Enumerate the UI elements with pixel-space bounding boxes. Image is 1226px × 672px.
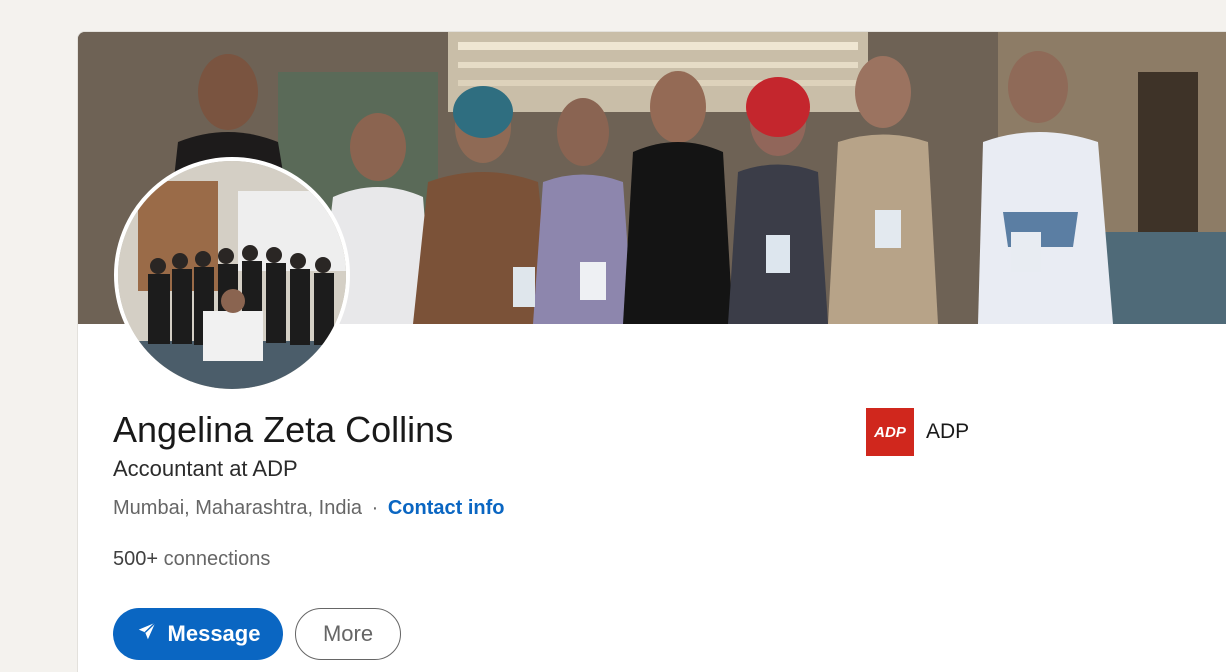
svg-text:ADP: ADP xyxy=(873,424,907,441)
connections-count[interactable]: 500+ connections xyxy=(113,548,270,571)
current-company[interactable]: ADP ADP xyxy=(866,408,969,456)
separator-dot: · xyxy=(371,497,379,519)
profile-location: Mumbai, Maharashtra, India xyxy=(113,497,363,519)
message-button[interactable]: Message xyxy=(113,608,283,660)
avatar-photo xyxy=(118,161,346,389)
adp-logo: ADP xyxy=(866,408,914,456)
send-icon xyxy=(136,620,158,648)
contact-info-link[interactable]: Contact info xyxy=(388,497,505,519)
profile-headline: Accountant at ADP xyxy=(113,456,298,481)
connections-number: 500+ xyxy=(113,548,159,570)
location-row: Mumbai, Maharashtra, India · Contact inf… xyxy=(113,497,504,520)
company-name: ADP xyxy=(926,420,970,443)
more-button[interactable]: More xyxy=(295,608,401,660)
profile-avatar[interactable] xyxy=(114,157,350,393)
profile-name: Angelina Zeta Collins xyxy=(113,409,454,450)
profile-card xyxy=(77,31,1226,672)
message-button-label: Message xyxy=(167,621,261,646)
connections-label: connections xyxy=(163,548,271,570)
